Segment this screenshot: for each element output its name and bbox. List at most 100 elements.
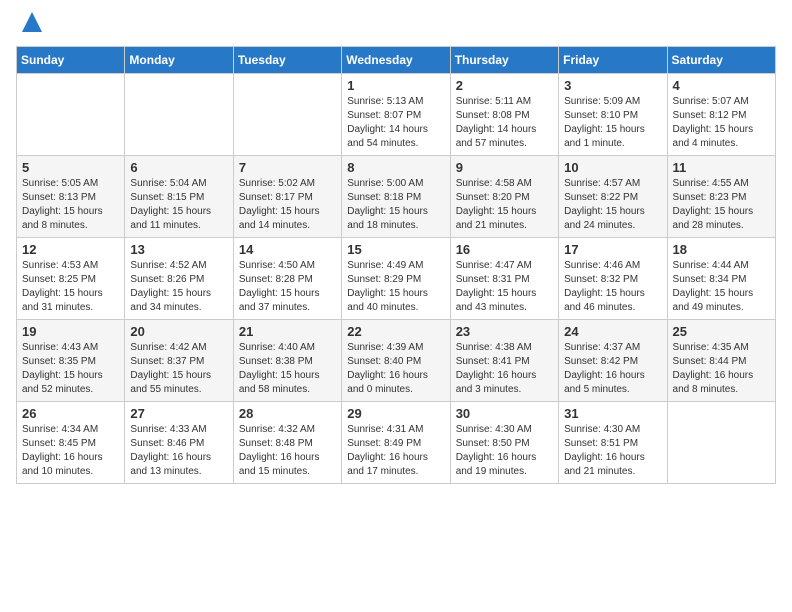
day-number: 12 — [22, 242, 119, 257]
cell-info: Sunrise: 4:44 AM Sunset: 8:34 PM Dayligh… — [673, 259, 770, 315]
logo-icon — [18, 8, 46, 36]
calendar-cell: 17Sunrise: 4:46 AM Sunset: 8:32 PM Dayli… — [559, 238, 667, 320]
cell-info: Sunrise: 5:13 AM Sunset: 8:07 PM Dayligh… — [347, 95, 444, 151]
calendar-cell: 20 Sunrise: 4:42 AM Sunset: 8:37 PM Dayli… — [125, 320, 233, 402]
calendar-cell: 14Sunrise: 4:50 AM Sunset: 8:28 PM Dayli… — [233, 238, 341, 320]
calendar-cell: 30 Sunrise: 4:30 AM Sunset: 8:50 PM Dayli… — [450, 402, 558, 484]
cell-info: Sunrise: 4:57 AM Sunset: 8:22 PM Dayligh… — [564, 177, 661, 233]
day-number: 10 — [564, 160, 661, 175]
cell-info: Sunrise: 4:58 AM Sunset: 8:20 PM Dayligh… — [456, 177, 553, 233]
calendar-cell: 31Sunrise: 4:30 AM Sunset: 8:51 PM Dayli… — [559, 402, 667, 484]
calendar-cell: 7 Sunrise: 5:02 AM Sunset: 8:17 PM Daylig… — [233, 156, 341, 238]
day-number: 26 — [22, 406, 119, 421]
cell-info: Sunrise: 4:53 AM Sunset: 8:25 PM Dayligh… — [22, 259, 119, 315]
cell-info: Sunrise: 5:09 AM Sunset: 8:10 PM Dayligh… — [564, 95, 661, 151]
calendar-cell: 10 Sunrise: 4:57 AM Sunset: 8:22 PM Dayli… — [559, 156, 667, 238]
calendar-cell: 8Sunrise: 5:00 AM Sunset: 8:18 PM Daylig… — [342, 156, 450, 238]
calendar-week-row: 5 Sunrise: 5:05 AM Sunset: 8:13 PM Daylig… — [17, 156, 776, 238]
day-of-week-header: Friday — [559, 47, 667, 74]
day-number: 25 — [673, 324, 770, 339]
calendar-table: SundayMondayTuesdayWednesdayThursdayFrid… — [16, 46, 776, 484]
day-number: 23 — [456, 324, 553, 339]
calendar-cell: 11 Sunrise: 4:55 AM Sunset: 8:23 PM Dayli… — [667, 156, 775, 238]
day-number: 17 — [564, 242, 661, 257]
day-number: 28 — [239, 406, 336, 421]
calendar-cell: 22Sunrise: 4:39 AM Sunset: 8:40 PM Dayli… — [342, 320, 450, 402]
day-number: 1 — [347, 78, 444, 93]
cell-info: Sunrise: 5:04 AM Sunset: 8:15 PM Dayligh… — [130, 177, 227, 233]
calendar-cell: 18 Sunrise: 4:44 AM Sunset: 8:34 PM Dayli… — [667, 238, 775, 320]
page-header — [16, 16, 776, 38]
cell-info: Sunrise: 5:05 AM Sunset: 8:13 PM Dayligh… — [22, 177, 119, 233]
day-number: 4 — [673, 78, 770, 93]
cell-info: Sunrise: 4:43 AM Sunset: 8:35 PM Dayligh… — [22, 341, 119, 397]
calendar-week-row: 12 Sunrise: 4:53 AM Sunset: 8:25 PM Dayli… — [17, 238, 776, 320]
cell-info: Sunrise: 4:38 AM Sunset: 8:41 PM Dayligh… — [456, 341, 553, 397]
calendar-cell: 29 Sunrise: 4:31 AM Sunset: 8:49 PM Dayli… — [342, 402, 450, 484]
cell-info: Sunrise: 4:42 AM Sunset: 8:37 PM Dayligh… — [130, 341, 227, 397]
calendar-week-row: 19 Sunrise: 4:43 AM Sunset: 8:35 PM Dayli… — [17, 320, 776, 402]
cell-info: Sunrise: 4:30 AM Sunset: 8:51 PM Dayligh… — [564, 423, 661, 479]
day-number: 9 — [456, 160, 553, 175]
calendar-week-row: 1 Sunrise: 5:13 AM Sunset: 8:07 PM Daylig… — [17, 74, 776, 156]
day-of-week-header: Sunday — [17, 47, 125, 74]
day-number: 30 — [456, 406, 553, 421]
calendar-cell: 12 Sunrise: 4:53 AM Sunset: 8:25 PM Dayli… — [17, 238, 125, 320]
day-number: 13 — [130, 242, 227, 257]
day-of-week-header: Saturday — [667, 47, 775, 74]
calendar-header-row: SundayMondayTuesdayWednesdayThursdayFrid… — [17, 47, 776, 74]
calendar-cell: 25 Sunrise: 4:35 AM Sunset: 8:44 PM Dayli… — [667, 320, 775, 402]
calendar-cell: 24Sunrise: 4:37 AM Sunset: 8:42 PM Dayli… — [559, 320, 667, 402]
cell-info: Sunrise: 4:34 AM Sunset: 8:45 PM Dayligh… — [22, 423, 119, 479]
calendar-cell — [667, 402, 775, 484]
calendar-cell — [233, 74, 341, 156]
calendar-cell: 2 Sunrise: 5:11 AM Sunset: 8:08 PM Daylig… — [450, 74, 558, 156]
day-number: 22 — [347, 324, 444, 339]
calendar-cell: 9 Sunrise: 4:58 AM Sunset: 8:20 PM Daylig… — [450, 156, 558, 238]
cell-info: Sunrise: 4:49 AM Sunset: 8:29 PM Dayligh… — [347, 259, 444, 315]
day-of-week-header: Wednesday — [342, 47, 450, 74]
calendar-cell: 6 Sunrise: 5:04 AM Sunset: 8:15 PM Daylig… — [125, 156, 233, 238]
day-number: 16 — [456, 242, 553, 257]
day-number: 7 — [239, 160, 336, 175]
cell-info: Sunrise: 4:30 AM Sunset: 8:50 PM Dayligh… — [456, 423, 553, 479]
day-number: 15 — [347, 242, 444, 257]
day-number: 6 — [130, 160, 227, 175]
calendar-cell: 15 Sunrise: 4:49 AM Sunset: 8:29 PM Dayli… — [342, 238, 450, 320]
calendar-cell: 3 Sunrise: 5:09 AM Sunset: 8:10 PM Daylig… — [559, 74, 667, 156]
cell-info: Sunrise: 5:02 AM Sunset: 8:17 PM Dayligh… — [239, 177, 336, 233]
day-number: 8 — [347, 160, 444, 175]
cell-info: Sunrise: 4:47 AM Sunset: 8:31 PM Dayligh… — [456, 259, 553, 315]
day-number: 29 — [347, 406, 444, 421]
calendar-cell: 13 Sunrise: 4:52 AM Sunset: 8:26 PM Dayli… — [125, 238, 233, 320]
cell-info: Sunrise: 4:31 AM Sunset: 8:49 PM Dayligh… — [347, 423, 444, 479]
day-number: 11 — [673, 160, 770, 175]
calendar-cell: 1 Sunrise: 5:13 AM Sunset: 8:07 PM Daylig… — [342, 74, 450, 156]
cell-info: Sunrise: 5:07 AM Sunset: 8:12 PM Dayligh… — [673, 95, 770, 151]
calendar-cell: 26 Sunrise: 4:34 AM Sunset: 8:45 PM Dayli… — [17, 402, 125, 484]
day-of-week-header: Thursday — [450, 47, 558, 74]
cell-info: Sunrise: 4:52 AM Sunset: 8:26 PM Dayligh… — [130, 259, 227, 315]
cell-info: Sunrise: 4:35 AM Sunset: 8:44 PM Dayligh… — [673, 341, 770, 397]
calendar-cell: 28 Sunrise: 4:32 AM Sunset: 8:48 PM Dayli… — [233, 402, 341, 484]
day-number: 3 — [564, 78, 661, 93]
calendar-cell — [17, 74, 125, 156]
day-number: 2 — [456, 78, 553, 93]
day-number: 24 — [564, 324, 661, 339]
day-number: 18 — [673, 242, 770, 257]
day-number: 20 — [130, 324, 227, 339]
day-number: 19 — [22, 324, 119, 339]
cell-info: Sunrise: 4:55 AM Sunset: 8:23 PM Dayligh… — [673, 177, 770, 233]
cell-info: Sunrise: 5:11 AM Sunset: 8:08 PM Dayligh… — [456, 95, 553, 151]
calendar-cell: 19 Sunrise: 4:43 AM Sunset: 8:35 PM Dayli… — [17, 320, 125, 402]
day-of-week-header: Tuesday — [233, 47, 341, 74]
calendar-cell: 23 Sunrise: 4:38 AM Sunset: 8:41 PM Dayli… — [450, 320, 558, 402]
calendar-week-row: 26 Sunrise: 4:34 AM Sunset: 8:45 PM Dayli… — [17, 402, 776, 484]
logo — [16, 16, 46, 38]
cell-info: Sunrise: 4:32 AM Sunset: 8:48 PM Dayligh… — [239, 423, 336, 479]
calendar-cell: 27Sunrise: 4:33 AM Sunset: 8:46 PM Dayli… — [125, 402, 233, 484]
day-number: 14 — [239, 242, 336, 257]
day-of-week-header: Monday — [125, 47, 233, 74]
cell-info: Sunrise: 4:40 AM Sunset: 8:38 PM Dayligh… — [239, 341, 336, 397]
day-number: 5 — [22, 160, 119, 175]
